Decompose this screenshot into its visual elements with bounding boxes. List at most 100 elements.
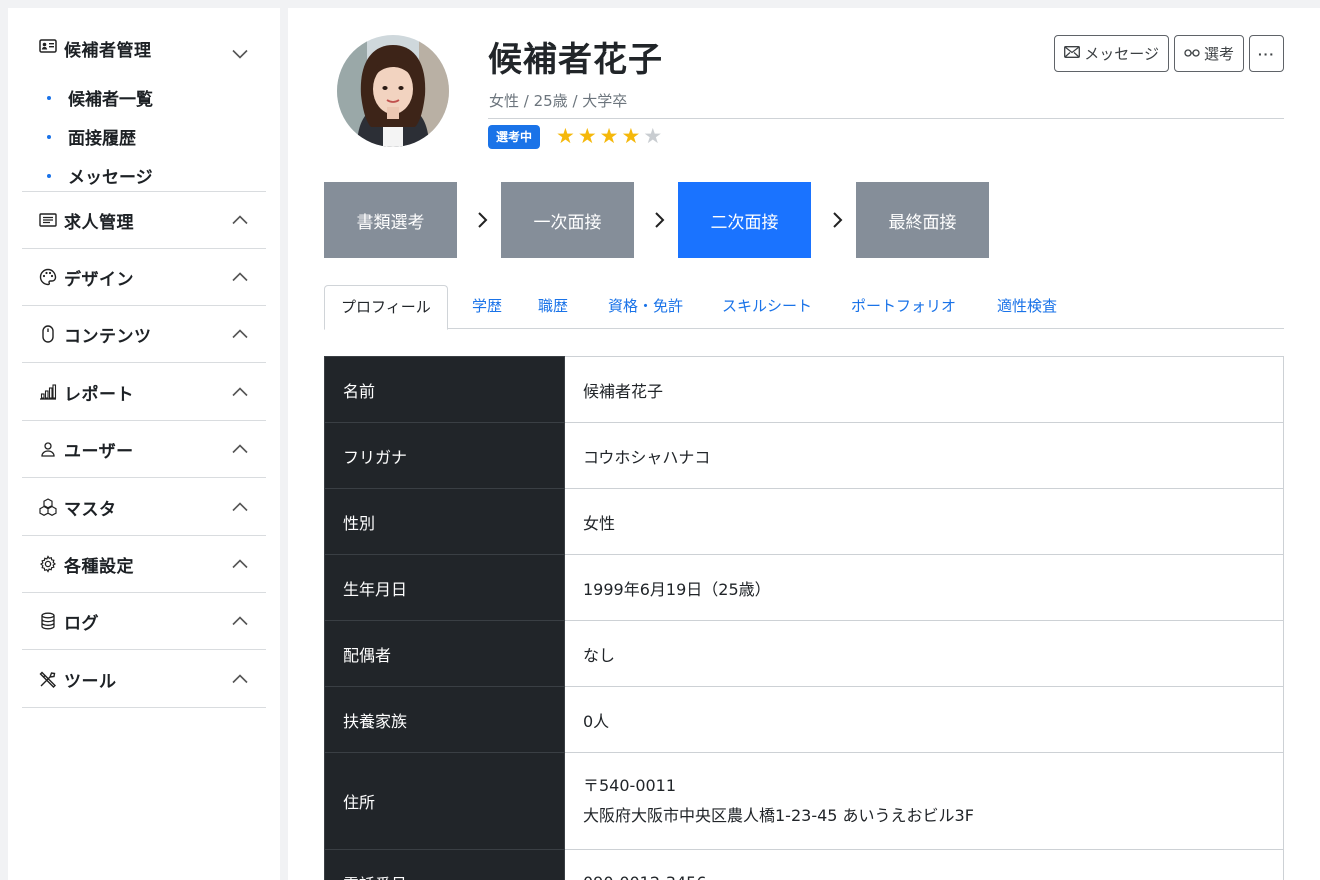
table-row: 配偶者 なし — [324, 620, 1284, 687]
sidebar-section-candidate-mgmt[interactable]: 候補者管理 — [22, 20, 266, 70]
star-filled-icon: ★ — [556, 124, 575, 148]
gear-icon — [38, 554, 58, 574]
sidebar-section-tools[interactable]: ツール — [22, 651, 266, 708]
chevron-up-icon — [232, 441, 248, 457]
divider — [488, 118, 1284, 119]
mouse-icon — [38, 324, 58, 344]
sidebar-section-reports[interactable]: レポート — [22, 364, 266, 421]
row-value: 候補者花子 — [564, 356, 1284, 423]
sidebar-section-jobs[interactable]: 求人管理 — [22, 192, 266, 249]
row-label: 生年月日 — [324, 554, 565, 621]
message-button[interactable]: メッセージ — [1054, 35, 1169, 72]
step-second-interview[interactable]: 二次面接 — [678, 182, 811, 258]
tab-education[interactable]: 学歴 — [456, 285, 518, 329]
id-card-icon — [38, 36, 58, 56]
window-frame — [0, 0, 1320, 8]
row-value: 0人 — [564, 686, 1284, 753]
glasses-icon — [1184, 45, 1200, 62]
row-value: コウホシャハナコ — [564, 422, 1284, 489]
chevron-up-icon — [232, 613, 248, 629]
sidebar-section-label: マスタ — [64, 499, 117, 520]
sidebar-item-label: 面接履歴 — [68, 129, 136, 149]
sidebar-section-settings[interactable]: 各種設定 — [22, 536, 266, 593]
chevron-up-icon — [232, 671, 248, 687]
tab-skill-sheet[interactable]: スキルシート — [706, 285, 828, 329]
step-first-interview[interactable]: 一次面接 — [501, 182, 634, 258]
step-label: 一次面接 — [533, 212, 602, 233]
main-content: 候補者花子 女性 / 25歳 / 大学卒 選考中 ★ ★ ★ ★ ★ メッセージ 選考 … — [288, 8, 1320, 880]
sidebar-section-contents[interactable]: コンテンツ — [22, 306, 266, 363]
database-icon — [38, 611, 58, 631]
table-row: 住所 〒540-0011 大阪府大阪市中央区農人橋1-23-45 あいうえおビル… — [324, 752, 1284, 850]
sidebar-section-label: コンテンツ — [64, 326, 152, 347]
sidebar-section-logs[interactable]: ログ — [22, 593, 266, 650]
step-document-screening[interactable]: 書類選考 — [324, 182, 457, 258]
step-label: 最終面接 — [888, 212, 957, 233]
chevron-right-icon — [478, 212, 488, 228]
candidate-name: 候補者花子 — [488, 40, 663, 80]
candidate-meta: 女性 / 25歳 / 大学卒 — [489, 92, 628, 110]
chevron-up-icon — [232, 269, 248, 285]
action-buttons: メッセージ 選考 ··· — [1054, 35, 1284, 72]
tab-qualifications[interactable]: 資格・免許 — [592, 285, 699, 329]
envelope-icon — [1064, 45, 1081, 62]
row-value: 女性 — [564, 488, 1284, 555]
sidebar-section-master[interactable]: マスタ — [22, 479, 266, 536]
sidebar-item-label: メッセージ — [68, 168, 153, 188]
row-label: 住所 — [324, 752, 565, 850]
sidebar-section-users[interactable]: ユーザー — [22, 421, 266, 478]
table-row: 扶養家族 0人 — [324, 686, 1284, 753]
sidebar-item-candidate-list[interactable]: 候補者一覧 — [22, 78, 266, 117]
step-final-interview[interactable]: 最終面接 — [856, 182, 989, 258]
status-badge: 選考中 — [488, 125, 541, 149]
sidebar-section-label: レポート — [64, 384, 134, 405]
row-label: 名前 — [324, 356, 565, 423]
sidebar-section-label: ユーザー — [64, 441, 134, 462]
tab-work-history[interactable]: 職歴 — [522, 285, 584, 329]
sidebar-section-design[interactable]: デザイン — [22, 249, 266, 306]
tab-profile[interactable]: プロフィール — [324, 285, 448, 330]
tab-aptitude-test[interactable]: 適性検査 — [981, 285, 1073, 329]
select-button[interactable]: 選考 — [1173, 35, 1244, 72]
sidebar-section-label: 各種設定 — [64, 556, 134, 577]
profile-table: 名前 候補者花子 フリガナ コウホシャハナコ 性別 女性 生年月日 1999年6… — [324, 356, 1284, 880]
table-row: フリガナ コウホシャハナコ — [324, 422, 1284, 489]
row-label: 性別 — [324, 488, 565, 555]
rating-stars: ★ ★ ★ ★ ★ — [556, 124, 662, 148]
chevron-right-icon — [655, 212, 665, 228]
row-value: なし — [564, 620, 1284, 687]
sidebar-item-label: 候補者一覧 — [68, 90, 153, 110]
sidebar-section-label: ツール — [64, 671, 117, 692]
boxes-icon — [38, 497, 58, 517]
row-label: 配偶者 — [324, 620, 565, 687]
sidebar-item-messages[interactable]: メッセージ — [22, 156, 266, 195]
sidebar-section-label: ログ — [64, 613, 99, 634]
star-filled-icon: ★ — [621, 124, 641, 148]
row-label: 扶養家族 — [324, 686, 565, 753]
sidebar-section-label: デザイン — [64, 269, 134, 290]
more-options-button[interactable]: ··· — [1249, 35, 1284, 72]
sidebar: 候補者管理 候補者一覧 面接履歴 メッセージ 求人管理 デザイン コンテンツ レ… — [8, 8, 280, 880]
chevron-up-icon — [232, 326, 248, 342]
bullet-dot — [47, 173, 51, 178]
address-line: 大阪府大阪市中央区農人橋1-23-45 あいうえおビル3F — [583, 806, 974, 825]
sidebar-section-label: 候補者管理 — [64, 41, 152, 61]
candidate-submenu: 候補者一覧 面接履歴 メッセージ — [22, 78, 266, 195]
chevron-up-icon — [232, 499, 248, 515]
chevron-up-icon — [232, 556, 248, 572]
bullet-dot — [47, 95, 51, 100]
sidebar-section-label: 求人管理 — [64, 212, 134, 233]
sidebar-item-interview-history[interactable]: 面接履歴 — [22, 117, 266, 156]
step-label: 二次面接 — [710, 212, 779, 233]
row-label: フリガナ — [324, 422, 565, 489]
table-row: 電話番号 090-0012-3456 — [324, 849, 1284, 880]
star-filled-icon: ★ — [577, 124, 597, 148]
list-icon — [38, 210, 58, 230]
candidate-avatar — [337, 35, 449, 147]
profile-tabs: プロフィール 学歴 職歴 資格・免許 スキルシート ポートフォリオ 適性検査 — [324, 285, 1284, 330]
chevron-right-icon — [833, 212, 843, 228]
table-row: 名前 候補者花子 — [324, 356, 1284, 423]
tab-portfolio[interactable]: ポートフォリオ — [835, 285, 972, 329]
address-postal: 〒540-0011 — [583, 776, 677, 795]
person-icon — [38, 439, 58, 459]
